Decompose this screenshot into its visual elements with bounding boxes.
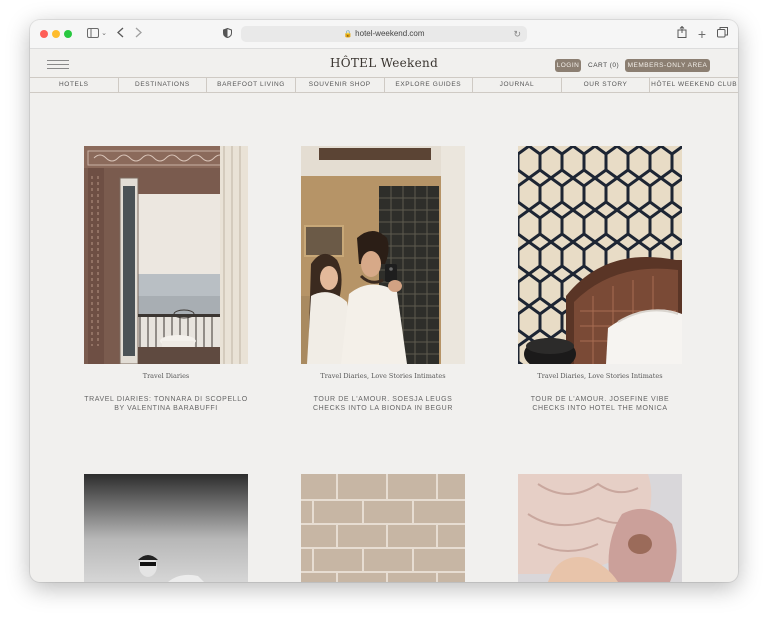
nav-item-journal[interactable]: JOURNAL [473,78,562,92]
cart-link[interactable]: CART (0) [588,59,619,72]
browser-toolbar: ⌄ 🔒 hotel-weekend.com ↻ + [30,20,738,49]
url-text: hotel-weekend.com [355,29,425,38]
site-header: HÔTEL Weekend LOGIN CART (0) MEMBERS-ONL… [30,49,738,75]
maximize-window-button[interactable] [64,30,72,38]
article-photo-bedroom[interactable] [518,146,682,364]
article-photo-bw-portrait[interactable] [84,474,248,582]
article-category[interactable]: Travel Diaries [84,372,248,380]
nav-item-hotels[interactable]: HOTELS [30,78,119,92]
shield-icon[interactable] [221,25,233,43]
article-title[interactable]: TRAVEL DIARIES: TONNARA DI SCOPELLO BY V… [84,395,248,413]
article-card[interactable]: Travel Diaries TRAVEL DIARIES: TONNARA D… [84,146,248,413]
nav-item-explore-guides[interactable]: EXPLORE GUIDES [385,78,474,92]
nav-item-souvenir-shop[interactable]: SOUVENIR SHOP [296,78,385,92]
article-photo-sunhat[interactable] [518,474,682,582]
article-category[interactable]: Travel Diaries, Love Stories Intimates [518,372,682,380]
nav-item-barefoot-living[interactable]: BAREFOOT LIVING [207,78,296,92]
nav-item-destinations[interactable]: DESTINATIONS [119,78,208,92]
address-bar[interactable]: 🔒 hotel-weekend.com ↻ [241,26,527,42]
members-only-button[interactable]: MEMBERS-ONLY AREA [625,59,710,72]
article-title[interactable]: TOUR DE L'AMOUR. JOSEFINE VIBE CHECKS IN… [518,395,682,413]
reload-icon[interactable]: ↻ [513,26,521,42]
login-button[interactable]: LOGIN [555,59,581,72]
article-photo-couple[interactable] [301,146,465,364]
minimize-window-button[interactable] [52,30,60,38]
share-icon[interactable] [676,25,688,43]
nav-item-our-story[interactable]: OUR STORY [562,78,651,92]
browser-window: ⌄ 🔒 hotel-weekend.com ↻ + HÔTEL Weekend L… [30,20,738,582]
close-window-button[interactable] [40,30,48,38]
chevron-down-icon[interactable]: ⌄ [100,25,108,43]
main-nav: HOTELS DESTINATIONS BAREFOOT LIVING SOUV… [30,77,738,93]
article-category[interactable]: Travel Diaries, Love Stories Intimates [301,372,465,380]
tabs-icon[interactable] [716,25,728,43]
article-card[interactable]: Travel Diaries, Love Stories Intimates T… [518,146,682,413]
article-photo-balcony[interactable] [84,146,248,364]
chevron-right-icon[interactable] [132,25,144,43]
article-title[interactable]: TOUR DE L'AMOUR. SOESJA LEUGS CHECKS INT… [301,395,465,413]
plus-icon[interactable]: + [696,25,708,43]
nav-item-hotel-weekend-club[interactable]: HÔTEL WEEKEND CLUB [650,78,738,92]
article-card[interactable]: Travel Diaries, Love Stories Intimates T… [301,146,465,413]
chevron-left-icon[interactable] [114,25,126,43]
lock-icon: 🔒 [343,31,353,38]
article-photo-brick-wall[interactable] [301,474,465,582]
